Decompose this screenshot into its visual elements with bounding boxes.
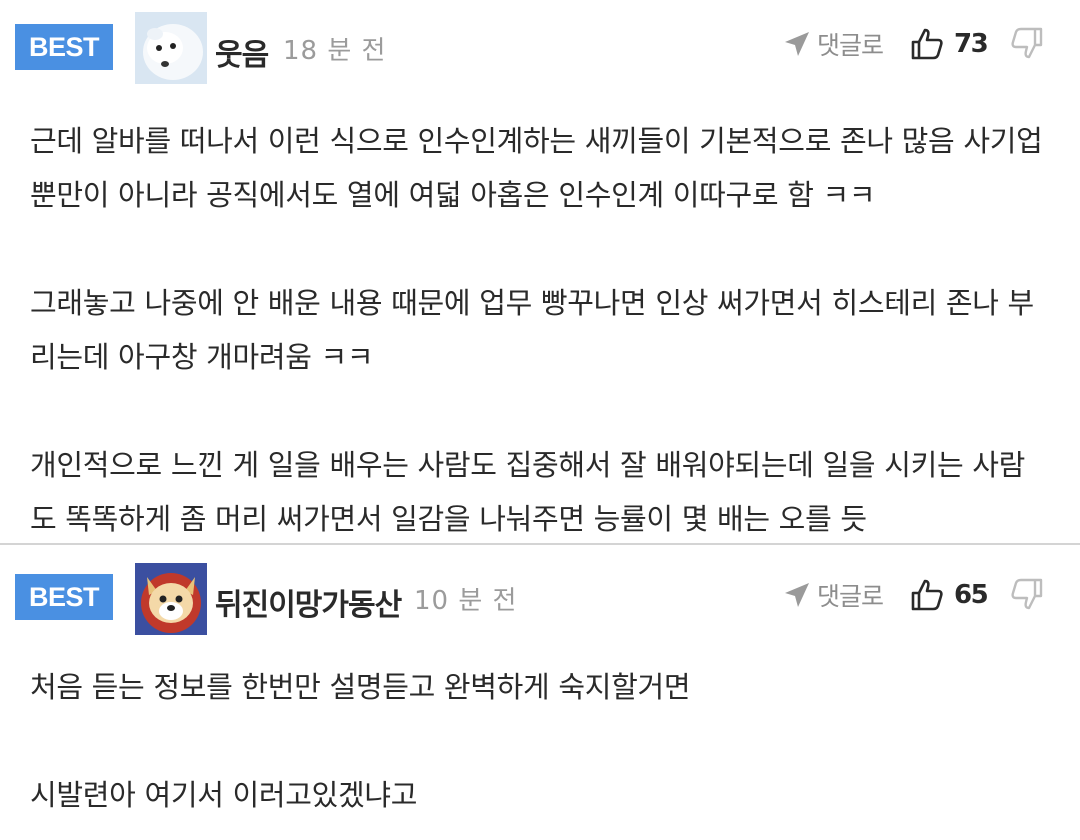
like-button[interactable]: 65 (910, 575, 989, 615)
best-badge: BEST (15, 24, 113, 70)
like-button[interactable]: 73 (910, 24, 989, 64)
comment-item: BEST 뒤진이망가동산 10 분 전 댓글로 65 처음 듣는 정보를 한번만… (0, 545, 1080, 840)
like-count: 65 (954, 580, 989, 610)
avatar[interactable] (135, 12, 207, 84)
comment-item: BEST 웃음 18 분 전 댓글로 73 근데 알바를 떠나서 이런 식으로 … (0, 0, 1080, 545)
comment-body: 근데 알바를 떠나서 이런 식으로 인수인계하는 새끼들이 기본적으로 존나 많… (30, 114, 1060, 546)
nickname[interactable]: 웃음 (215, 30, 269, 74)
reply-label: 댓글로 (817, 31, 884, 60)
thumbs-down-icon (1011, 578, 1043, 610)
reply-button[interactable]: 댓글로 (783, 24, 884, 64)
reply-button[interactable]: 댓글로 (783, 575, 884, 615)
comment-line: 뿐만이 아니라 공직에서도 열에 여덟 아홉은 인수인계 이따구로 함 ㅋㅋ (30, 178, 876, 212)
best-badge: BEST (15, 574, 113, 620)
thumbs-up-icon (911, 28, 943, 60)
comment-line: 근데 알바를 떠나서 이런 식으로 인수인계하는 새끼들이 기본적으로 존나 많… (30, 124, 1043, 158)
nickname[interactable]: 뒤진이망가동산 (215, 580, 402, 624)
send-arrow-icon (785, 32, 809, 56)
avatar[interactable] (135, 563, 207, 635)
like-count: 73 (954, 29, 989, 59)
comment-body: 처음 듣는 정보를 한번만 설명듣고 완벽하게 숙지할거면 시발련아 여기서 이… (30, 660, 1060, 822)
comment-line: 처음 듣는 정보를 한번만 설명듣고 완벽하게 숙지할거면 (30, 670, 691, 704)
comment-line: 그래놓고 나중에 안 배운 내용 때문에 업무 빵꾸나면 인상 써가면서 히스테… (30, 286, 1034, 320)
thumbs-up-icon (911, 579, 943, 611)
reply-label: 댓글로 (817, 582, 884, 611)
send-arrow-icon (785, 583, 809, 607)
comment-line: 시발련아 여기서 이러고있겠냐고 (30, 778, 418, 812)
comment-line: 리는데 아구창 개마려움 ㅋㅋ (30, 340, 374, 374)
dislike-button[interactable] (1010, 577, 1044, 617)
thumbs-down-icon (1011, 27, 1043, 59)
comment-time: 18 분 전 (283, 36, 387, 66)
dislike-button[interactable] (1010, 26, 1044, 66)
comment-line: 개인적으로 느낀 게 일을 배우는 사람도 집중해서 잘 배워야되는데 일을 시… (30, 448, 1026, 482)
comment-time: 10 분 전 (414, 586, 518, 616)
comment-line: 도 똑똑하게 좀 머리 써가면서 일감을 나눠주면 능률이 몇 배는 오를 듯 (30, 502, 867, 536)
